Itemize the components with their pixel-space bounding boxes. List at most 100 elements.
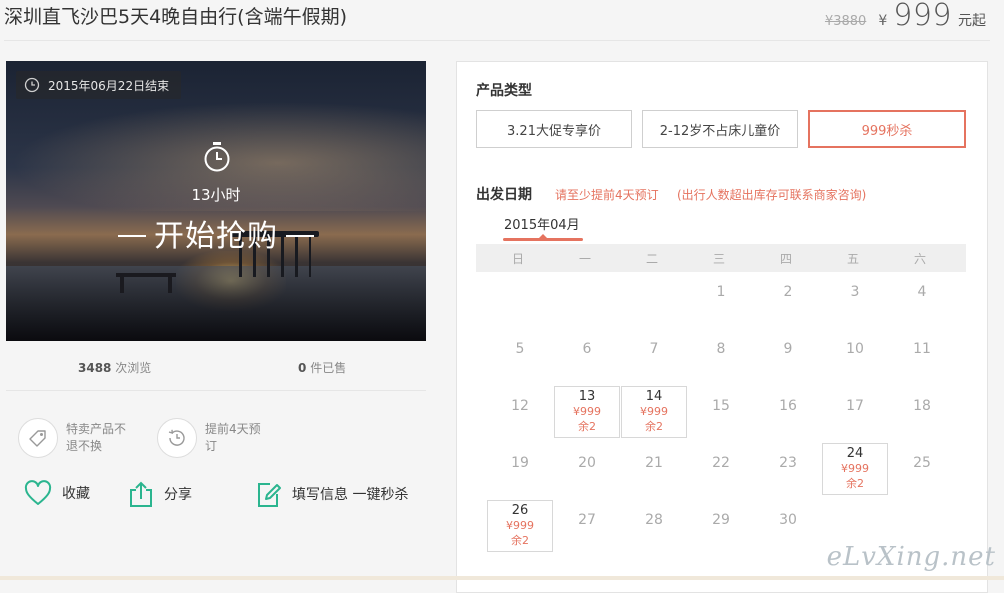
calendar-day: 1 [716,284,726,300]
calendar-day-available[interactable]: 13 ¥999 余2 [554,386,620,438]
end-date-text: 2015年06月22日结束 [48,78,170,93]
day-price: ¥999 [573,405,601,418]
calendar-day: 25 [913,455,931,471]
calendar-day: 16 [779,398,797,414]
fill-info-label: 填写信息 一键秒杀 [292,487,409,503]
calendar-day: 9 [783,341,793,357]
day-remaining: 余2 [645,420,663,433]
day-number: 14 [645,389,663,404]
favorite-button[interactable]: 收藏 [24,480,90,506]
weekday-sat: 六 [913,252,926,266]
calendar-day-available[interactable]: 24 ¥999 余2 [822,443,888,495]
product-type-option-flash-sale[interactable]: 999秒杀 [808,110,966,148]
favorite-label: 收藏 [62,486,90,502]
calendar-day: 23 [779,455,797,471]
start-buying-label: 开始抢购 [154,219,278,254]
edit-icon [258,483,281,507]
heart-icon [24,480,52,505]
calendar-day: 3 [850,284,860,300]
day-price: ¥999 [640,405,668,418]
guarantee-text-1b: 退不换 [66,439,103,453]
original-price: ¥3880 [824,14,867,29]
product-title: 深圳直飞沙巴5天4晚自由行(含端午假期) [4,6,348,28]
views-label: 次浏览 [115,361,152,375]
day-number: 24 [846,446,864,461]
sold-label: 件已售 [310,361,347,375]
stats-divider [6,390,426,391]
calendar-day: 5 [515,341,525,357]
calendar-day: 11 [913,341,931,357]
day-price: ¥999 [841,462,869,475]
views-stat: 3488 次浏览 [78,359,151,376]
calendar-day: 18 [913,398,931,414]
guarantee-text-2a: 提前4天预 [205,422,261,436]
current-price: 999 [893,0,952,33]
calendar-day: 29 [712,512,730,528]
clock-icon [24,77,40,93]
start-buying-button[interactable]: 开始抢购 [6,211,426,255]
weekday-thu: 四 [779,252,792,266]
calendar-day: 21 [645,455,663,471]
day-number: 26 [511,503,529,518]
day-remaining: 余2 [846,477,864,490]
calendar-day: 12 [511,398,529,414]
stopwatch-icon [204,142,230,172]
calendar-day: 28 [645,512,663,528]
weekday-mon: 一 [578,252,591,266]
countdown-text: 13小时 [191,186,241,204]
guarantee-no-refund: 特卖产品不 退不换 [18,418,126,458]
calendar-day: 4 [917,284,927,300]
share-label: 分享 [164,487,192,503]
calendar-day: 30 [779,512,797,528]
stats-bar: 3488 次浏览 0 件已售 [6,359,426,379]
calendar-day: 10 [846,341,864,357]
departure-date-label: 出发日期 [476,187,532,203]
day-number: 13 [578,389,596,404]
share-icon [130,481,152,507]
calendar-day: 6 [582,341,592,357]
weekday-fri: 五 [846,252,859,266]
weekday-header: 日 一 二 三 四 五 六 [476,244,966,272]
sold-stat: 0 件已售 [298,359,346,376]
tag-icon [29,430,46,447]
end-date-badge: 2015年06月22日结束 [16,71,182,99]
calendar-day: 8 [716,341,726,357]
calendar-day-available[interactable]: 14 ¥999 余2 [621,386,687,438]
calendar-day: 2 [783,284,793,300]
day-price: ¥999 [506,519,534,532]
weekday-sun: 日 [511,252,524,266]
fill-info-button[interactable]: 填写信息 一键秒杀 [256,480,408,508]
calendar-day: 19 [511,455,529,471]
header-divider [4,40,990,41]
weekday-wed: 三 [712,252,725,266]
calendar-day: 7 [649,341,659,357]
hero-image: 2015年06月22日结束 13小时 开始抢购 [6,61,426,341]
currency-symbol: ¥ [878,13,888,29]
calendar-day: 15 [712,398,730,414]
bottom-strip [0,576,1004,580]
calendar-day-available[interactable]: 26 ¥999 余2 [487,500,553,552]
month-tab[interactable]: 2015年04月 [504,214,580,233]
views-count: 3488 [78,361,112,375]
weekday-tue: 二 [645,252,658,266]
sold-count: 0 [298,361,307,375]
price-block: ¥3880 ¥ 999 元起 [824,0,986,33]
day-remaining: 余2 [578,420,596,433]
advance-booking-hint: 请至少提前4天预订 [555,188,659,202]
guarantee-advance-booking: 提前4天预 订 [157,418,261,458]
clock-history-icon [168,429,185,446]
calendar-day: 27 [578,512,596,528]
calendar-day: 22 [712,455,730,471]
watermark: eLvXing.net [826,542,996,572]
product-type-option-promo[interactable]: 3.21大促专享价 [476,110,632,148]
product-type-option-child[interactable]: 2-12岁不占床儿童价 [642,110,798,148]
guarantee-text-2b: 订 [205,439,218,453]
month-tab-underline [503,238,583,241]
calendar-day: 20 [578,455,596,471]
price-unit: 元起 [958,13,986,29]
calendar-day: 17 [846,398,864,414]
guarantee-text-1a: 特卖产品不 [66,422,127,436]
share-button[interactable]: 分享 [128,480,192,508]
product-type-label: 产品类型 [476,83,532,99]
day-remaining: 余2 [511,534,529,547]
